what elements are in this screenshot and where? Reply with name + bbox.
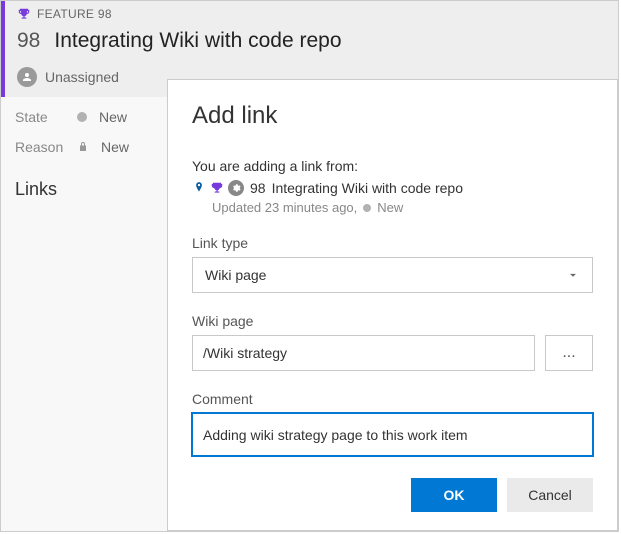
lock-icon (77, 141, 89, 153)
browse-button[interactable]: ... (545, 335, 593, 371)
source-work-item-id: 98 (250, 180, 266, 196)
trophy-icon (17, 7, 31, 21)
link-type-value: Wiki page (205, 267, 266, 283)
link-type-label: Link type (192, 235, 593, 251)
wiki-page-input[interactable] (192, 335, 535, 371)
reason-label: Reason (15, 139, 65, 155)
state-value: New (99, 109, 127, 125)
dialog-lead-text: You are adding a link from: (192, 158, 593, 174)
dialog-title: Add link (192, 102, 593, 130)
link-type-select[interactable]: Wiki page (192, 257, 593, 293)
person-icon (17, 67, 37, 87)
gear-icon (228, 180, 244, 196)
work-item-id: 98 (17, 29, 40, 53)
updated-ago-text: Updated 23 minutes ago, (212, 200, 357, 215)
work-item-type-row: FEATURE 98 (17, 7, 606, 21)
comment-label: Comment (192, 391, 593, 407)
trophy-icon (210, 181, 224, 195)
state-label: State (15, 109, 65, 125)
chevron-down-icon (566, 268, 580, 282)
pin-icon (192, 181, 206, 195)
cancel-button[interactable]: Cancel (507, 478, 593, 512)
source-work-item-line: 98 Integrating Wiki with code repo (192, 180, 593, 196)
wiki-page-label: Wiki page (192, 313, 593, 329)
work-item-title-row: 98 Integrating Wiki with code repo (17, 29, 606, 53)
source-work-item-title: Integrating Wiki with code repo (272, 180, 463, 196)
ok-button[interactable]: OK (411, 478, 497, 512)
add-link-dialog: Add link You are adding a link from: 98 … (167, 79, 618, 531)
work-item-type-label: FEATURE 98 (37, 7, 112, 21)
source-work-item-subline: Updated 23 minutes ago, New (212, 200, 593, 215)
state-dot-icon (77, 112, 87, 122)
assigned-to-value: Unassigned (45, 69, 119, 85)
reason-value: New (101, 139, 129, 155)
ellipsis-icon: ... (562, 344, 575, 362)
comment-input[interactable] (192, 413, 593, 456)
work-item-title: Integrating Wiki with code repo (54, 29, 341, 53)
state-dot-icon (363, 204, 371, 212)
source-state-text: New (377, 200, 403, 215)
